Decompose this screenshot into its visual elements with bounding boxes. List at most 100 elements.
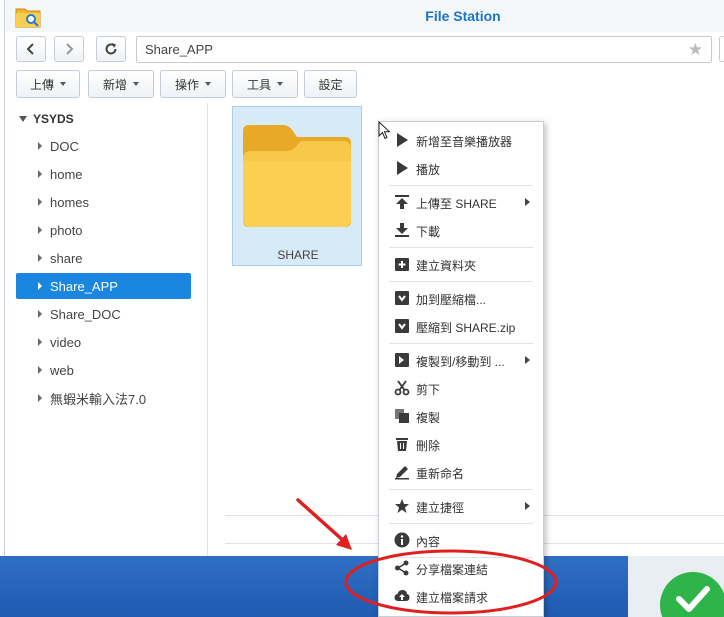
menu-separator xyxy=(389,185,533,186)
menu-item-label: 重新命名 xyxy=(416,467,465,481)
context-menu: 新增至音樂播放器 播放 上傳至 SHARE 下載 建立資料夾 加到壓縮檔... … xyxy=(378,121,544,617)
tree-item-label: Share_DOC xyxy=(50,306,121,322)
tree-item-share-doc[interactable]: Share_DOC xyxy=(16,301,191,327)
caret-down-icon xyxy=(277,82,283,86)
menu-item-label: 播放 xyxy=(416,163,441,177)
menu-item-label: 建立檔案請求 xyxy=(416,591,489,605)
window-title: File Station xyxy=(425,8,501,24)
menu-separator xyxy=(389,281,533,282)
menu-item-label: 複製到/移動到 ... xyxy=(416,355,505,369)
play-icon xyxy=(397,133,408,147)
refresh-icon xyxy=(105,43,117,55)
title-bar: File Station xyxy=(5,0,724,32)
tree-item-video[interactable]: video xyxy=(16,329,191,355)
trash-icon xyxy=(396,438,408,451)
search-field-edge[interactable] xyxy=(719,36,724,62)
triangle-right-icon xyxy=(38,254,42,262)
tree-item-label: web xyxy=(50,362,74,378)
path-text: Share_APP xyxy=(145,42,213,57)
triangle-down-icon xyxy=(19,116,27,122)
scissors-icon xyxy=(394,380,410,396)
menu-item-copy-move-to[interactable]: 複製到/移動到 ... xyxy=(379,346,543,374)
menu-item-label: 複製 xyxy=(416,411,441,425)
archive-icon xyxy=(395,319,409,333)
folder-icon xyxy=(243,125,351,227)
menu-separator xyxy=(389,489,533,490)
menu-item-label: 上傳至 SHARE xyxy=(416,197,497,211)
upload-icon xyxy=(395,195,409,209)
menu-item-label: 新增至音樂播放器 xyxy=(416,135,513,149)
menu-item-cut[interactable]: 剪下 xyxy=(379,374,543,402)
tree-root-ysyds[interactable]: YSYDS xyxy=(19,112,74,126)
tree-item-web[interactable]: web xyxy=(16,357,191,383)
upload-dropdown-button[interactable]: 上傳 xyxy=(16,70,80,98)
toolbar: 上傳 新增 操作 工具 設定 xyxy=(5,68,724,100)
folder-name: SHARE xyxy=(277,248,319,262)
tree-item-homes[interactable]: homes xyxy=(16,189,191,215)
forward-button[interactable] xyxy=(54,36,84,62)
menu-item-upload-to[interactable]: 上傳至 SHARE xyxy=(379,188,543,216)
settings-button[interactable]: 設定 xyxy=(304,70,357,98)
menu-item-copy[interactable]: 複製 xyxy=(379,402,543,430)
pencil-icon xyxy=(395,466,409,480)
tree-item-label: photo xyxy=(50,222,83,238)
menu-item-label: 下載 xyxy=(416,225,441,239)
tree-item-label: share xyxy=(50,250,83,266)
path-input[interactable]: Share_APP ★ xyxy=(136,36,712,63)
menu-item-label: 建立資料夾 xyxy=(416,259,477,273)
triangle-right-icon xyxy=(38,394,42,402)
settings-label: 設定 xyxy=(318,77,343,92)
tree-item-input-method[interactable]: 無蝦米輸入法7.0 xyxy=(16,385,191,411)
menu-item-label: 剪下 xyxy=(416,383,441,397)
chevron-right-icon xyxy=(66,43,74,55)
tree-item-home[interactable]: home xyxy=(16,161,191,187)
menu-item-delete[interactable]: 刪除 xyxy=(379,430,543,458)
tools-dropdown-button[interactable]: 工具 xyxy=(232,70,298,98)
menu-separator xyxy=(389,523,533,524)
folder-item-share[interactable]: SHARE xyxy=(232,106,362,266)
tree-root-label: YSYDS xyxy=(33,112,74,126)
menu-item-label: 分享檔案連結 xyxy=(416,563,489,577)
menu-item-add-to-player[interactable]: 新增至音樂播放器 xyxy=(379,126,543,154)
menu-item-rename[interactable]: 重新命名 xyxy=(379,458,543,486)
tree-item-label: home xyxy=(50,166,83,182)
favorite-star-icon[interactable]: ★ xyxy=(688,40,703,60)
submenu-arrow-icon xyxy=(525,356,530,364)
create-dropdown-button[interactable]: 新增 xyxy=(88,70,154,98)
triangle-right-icon xyxy=(38,366,42,374)
action-dropdown-button[interactable]: 操作 xyxy=(160,70,226,98)
tree-item-share[interactable]: share xyxy=(16,245,191,271)
caret-down-icon xyxy=(205,82,211,86)
triangle-right-icon xyxy=(38,310,42,318)
menu-item-file-request[interactable]: 建立檔案請求 xyxy=(379,582,543,610)
menu-item-label: 刪除 xyxy=(416,439,441,453)
tree-item-doc[interactable]: DOC xyxy=(16,133,191,159)
menu-item-label: 建立捷徑 xyxy=(416,501,465,515)
refresh-button[interactable] xyxy=(96,36,126,62)
share-icon xyxy=(395,560,409,576)
menu-item-properties[interactable]: 內容 xyxy=(379,526,543,554)
menu-item-play[interactable]: 播放 xyxy=(379,154,543,182)
cloud-upload-icon xyxy=(394,590,410,601)
tree-item-label: video xyxy=(50,334,82,350)
back-button[interactable] xyxy=(16,36,46,62)
upload-label: 上傳 xyxy=(29,77,54,92)
download-icon xyxy=(395,223,409,237)
menu-separator xyxy=(389,247,533,248)
submenu-arrow-icon xyxy=(525,198,530,206)
add-folder-icon xyxy=(395,258,409,271)
triangle-right-icon xyxy=(38,170,42,178)
menu-item-download[interactable]: 下載 xyxy=(379,216,543,244)
create-label: 新增 xyxy=(102,77,127,92)
menu-item-compress-zip[interactable]: 壓縮到 SHARE.zip xyxy=(379,312,543,340)
menu-item-label: 內容 xyxy=(416,535,441,549)
menu-item-share-link[interactable]: 分享檔案連結 xyxy=(379,554,543,582)
menu-item-add-to-archive[interactable]: 加到壓縮檔... xyxy=(379,284,543,312)
triangle-right-icon xyxy=(38,226,42,234)
tree-item-photo[interactable]: photo xyxy=(16,217,191,243)
menu-item-create-folder[interactable]: 建立資料夾 xyxy=(379,250,543,278)
tree-item-share-app[interactable]: Share_APP xyxy=(16,273,191,299)
info-icon xyxy=(394,532,410,548)
menu-item-create-shortcut[interactable]: 建立捷徑 xyxy=(379,492,543,520)
play-icon xyxy=(397,161,408,175)
